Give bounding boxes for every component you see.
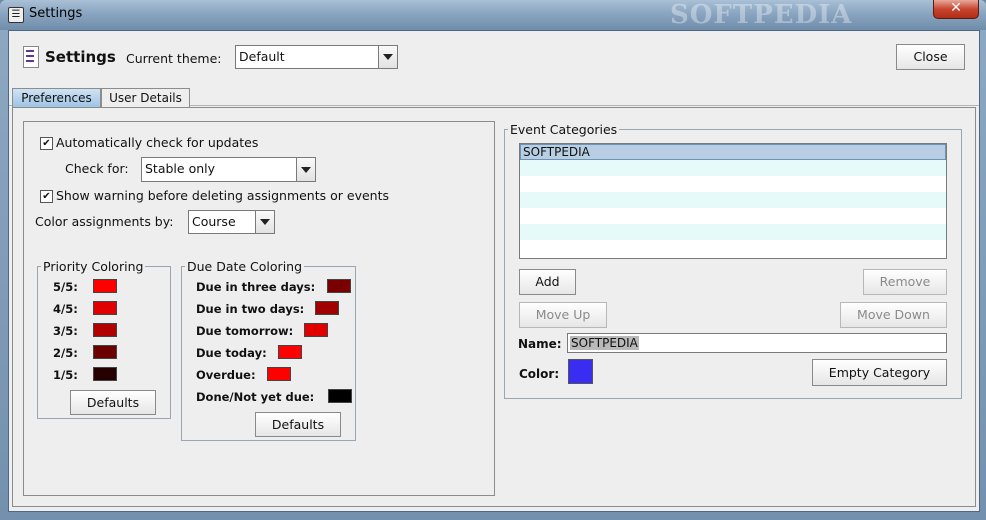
color-by-label: Color assignments by: bbox=[35, 214, 174, 229]
name-field[interactable]: SOFTPEDIA bbox=[567, 333, 947, 353]
chevron-down-icon[interactable] bbox=[296, 158, 315, 181]
remove-button[interactable]: Remove bbox=[863, 269, 947, 295]
check-for-select[interactable]: Stable only bbox=[141, 157, 316, 182]
check-for-value: Stable only bbox=[145, 161, 216, 176]
priority-color-swatch[interactable] bbox=[93, 301, 117, 315]
due-date-label: Due today: bbox=[196, 346, 267, 360]
chevron-down-icon[interactable] bbox=[378, 46, 397, 68]
auto-update-checkbox[interactable]: ✔ bbox=[40, 137, 53, 150]
list-item[interactable] bbox=[520, 240, 946, 256]
theme-value: Default bbox=[239, 49, 285, 64]
color-by-value: Course bbox=[192, 214, 236, 229]
window-title: Settings bbox=[29, 6, 83, 21]
window-close-button[interactable]: ✕ bbox=[933, 0, 979, 19]
list-item[interactable] bbox=[520, 176, 946, 192]
settings-dialog: Settings Current theme: Default Close Pr… bbox=[8, 30, 980, 512]
priority-label: 5/5: bbox=[53, 280, 78, 294]
show-warning-checkbox[interactable]: ✔ bbox=[40, 190, 53, 203]
title-bar[interactable]: ☰ Settings SOFTPEDIA ✕ bbox=[0, 0, 986, 30]
due-date-label: Due in three days: bbox=[196, 280, 316, 294]
tab-user-details[interactable]: User Details bbox=[101, 88, 190, 107]
list-item[interactable]: SOFTPEDIA bbox=[520, 144, 946, 160]
show-warning-label: Show warning before deleting assignments… bbox=[56, 188, 389, 203]
move-up-button[interactable]: Move Up bbox=[519, 302, 607, 328]
priority-defaults-button[interactable]: Defaults bbox=[70, 390, 156, 415]
priority-label: 4/5: bbox=[53, 302, 78, 316]
move-down-button[interactable]: Move Down bbox=[840, 302, 947, 328]
priority-label: 3/5: bbox=[53, 324, 78, 338]
close-button[interactable]: Close bbox=[896, 44, 965, 70]
watermark: SOFTPEDIA bbox=[670, 0, 853, 30]
settings-icon bbox=[23, 46, 39, 68]
due-date-label: Overdue: bbox=[196, 368, 256, 382]
color-by-select[interactable]: Course bbox=[188, 210, 275, 234]
due-date-color-swatch[interactable] bbox=[315, 301, 339, 315]
list-item[interactable] bbox=[520, 160, 946, 176]
list-item[interactable] bbox=[520, 208, 946, 224]
tab-preferences[interactable]: Preferences bbox=[12, 88, 101, 107]
event-categories-title: Event Categories bbox=[508, 122, 620, 137]
due-date-color-swatch[interactable] bbox=[328, 389, 352, 403]
event-category-list[interactable]: SOFTPEDIA bbox=[519, 143, 947, 259]
due-date-color-swatch[interactable] bbox=[278, 345, 302, 359]
due-date-color-swatch[interactable] bbox=[304, 323, 328, 337]
color-label: Color: bbox=[519, 367, 560, 381]
name-label: Name: bbox=[518, 337, 562, 351]
priority-color-swatch[interactable] bbox=[93, 279, 117, 293]
due-date-label: Due in two days: bbox=[196, 302, 305, 316]
priority-color-swatch[interactable] bbox=[93, 323, 117, 337]
priority-coloring-title: Priority Coloring bbox=[41, 259, 146, 274]
priority-color-swatch[interactable] bbox=[93, 367, 117, 381]
due-date-label: Due tomorrow: bbox=[196, 324, 294, 338]
due-date-label: Done/Not yet due: bbox=[196, 390, 315, 404]
add-button[interactable]: Add bbox=[519, 269, 576, 295]
category-color-swatch[interactable] bbox=[568, 359, 593, 384]
name-field-value: SOFTPEDIA bbox=[570, 336, 639, 350]
priority-label: 1/5: bbox=[53, 368, 78, 382]
chevron-down-icon[interactable] bbox=[255, 211, 274, 233]
empty-category-button[interactable]: Empty Category bbox=[812, 359, 947, 386]
page-title: Settings bbox=[45, 48, 116, 66]
theme-label: Current theme: bbox=[126, 51, 222, 66]
priority-label: 2/5: bbox=[53, 346, 78, 360]
list-item[interactable] bbox=[520, 192, 946, 208]
priority-color-swatch[interactable] bbox=[93, 345, 117, 359]
due-date-defaults-button[interactable]: Defaults bbox=[255, 412, 341, 437]
theme-select[interactable]: Default bbox=[235, 45, 398, 69]
due-date-color-swatch[interactable] bbox=[327, 279, 351, 293]
due-date-coloring-title: Due Date Coloring bbox=[185, 259, 305, 274]
auto-update-label: Automatically check for updates bbox=[56, 135, 259, 150]
due-date-color-swatch[interactable] bbox=[267, 367, 291, 381]
app-icon: ☰ bbox=[8, 7, 24, 23]
check-for-label: Check for: bbox=[65, 161, 129, 176]
list-item[interactable] bbox=[520, 224, 946, 240]
